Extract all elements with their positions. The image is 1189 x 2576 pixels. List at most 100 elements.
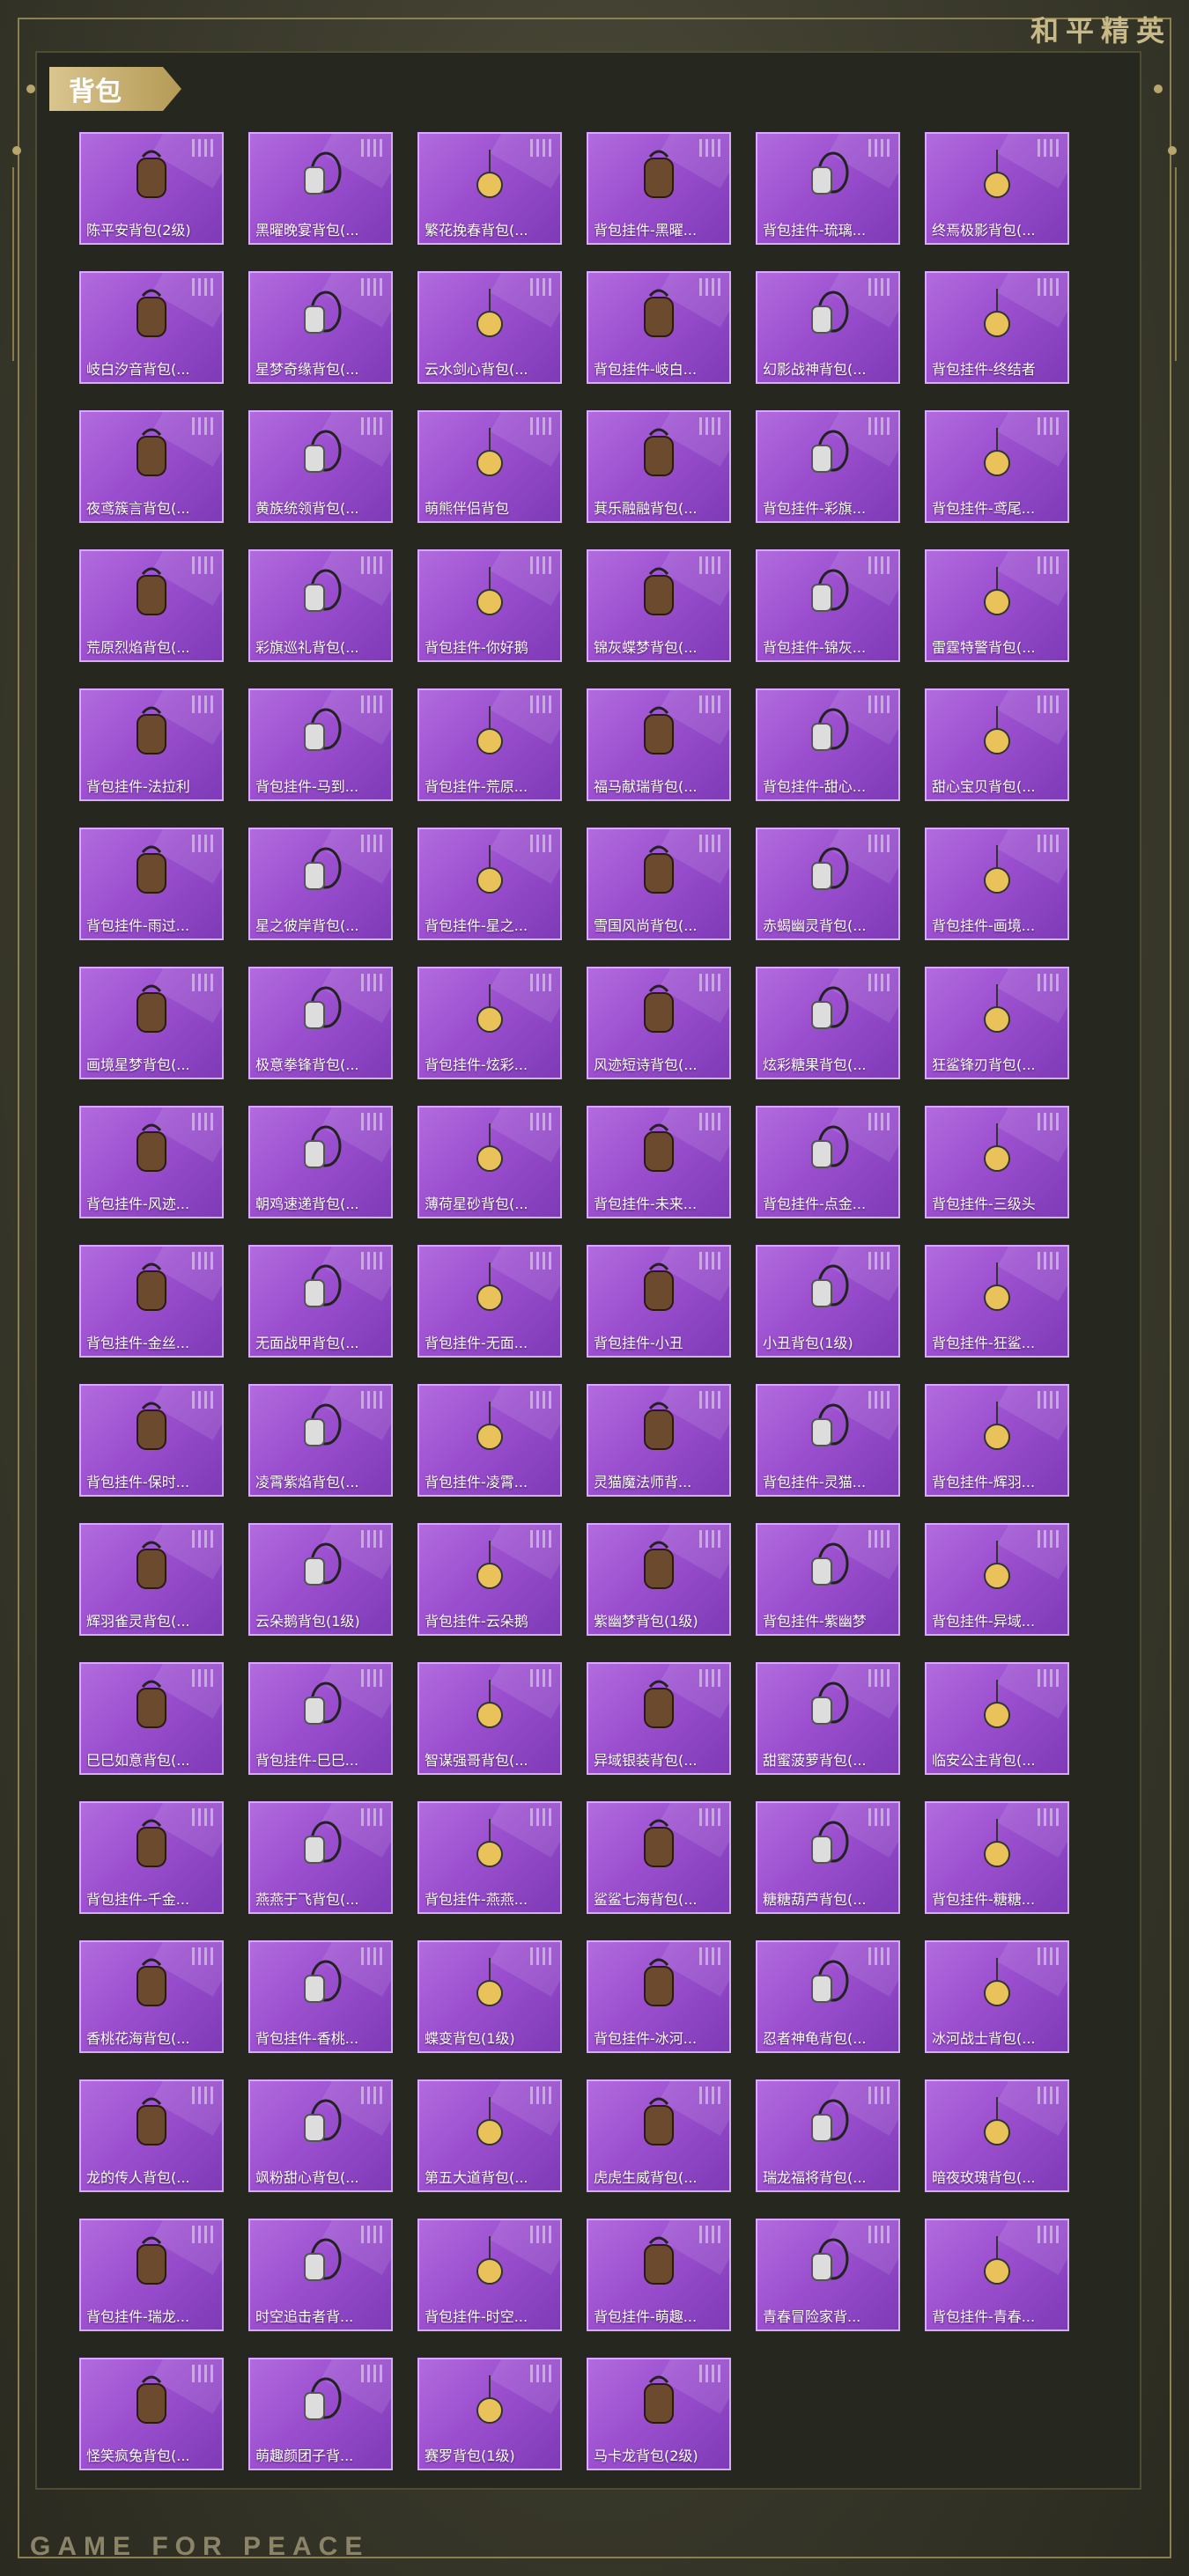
item-card[interactable]: 智谋强哥背包(... — [417, 1662, 562, 1775]
item-card[interactable]: 背包挂件-金丝... — [79, 1245, 224, 1358]
item-card[interactable]: 背包挂件-千金... — [79, 1801, 224, 1914]
item-card[interactable]: 背包挂件-凌霄... — [417, 1384, 562, 1497]
item-card[interactable]: 云水剑心背包(... — [417, 271, 562, 384]
item-card[interactable]: 临安公主背包(... — [925, 1662, 1069, 1775]
item-card[interactable]: 背包挂件-马到... — [248, 688, 393, 801]
item-card[interactable]: 背包挂件-点金... — [756, 1106, 900, 1218]
item-card[interactable]: 冰河战士背包(... — [925, 1940, 1069, 2053]
item-card[interactable]: 背包挂件-星之... — [417, 828, 562, 940]
item-card[interactable]: 背包挂件-法拉利 — [79, 688, 224, 801]
item-card[interactable]: 星梦奇缘背包(... — [248, 271, 393, 384]
item-card[interactable]: 背包挂件-青春... — [925, 2219, 1069, 2331]
item-card[interactable]: 瑞龙福将背包(... — [756, 2079, 900, 2192]
item-card[interactable]: 虎虎生威背包(... — [587, 2079, 731, 2192]
item-card[interactable]: 怪笑疯兔背包(... — [79, 2358, 224, 2470]
item-card[interactable]: 狂鲨锋刃背包(... — [925, 967, 1069, 1079]
item-card[interactable]: 背包挂件-三级头 — [925, 1106, 1069, 1218]
item-card[interactable]: 赛罗背包(1级) — [417, 2358, 562, 2470]
item-card[interactable]: 背包挂件-瑞龙... — [79, 2219, 224, 2331]
item-card[interactable]: 云朵鹅背包(1级) — [248, 1523, 393, 1636]
item-card[interactable]: 画境星梦背包(... — [79, 967, 224, 1079]
item-card[interactable]: 雷霆特警背包(... — [925, 549, 1069, 662]
item-card[interactable]: 异域银装背包(... — [587, 1662, 731, 1775]
item-card[interactable]: 甜蜜菠萝背包(... — [756, 1662, 900, 1775]
item-card[interactable]: 背包挂件-画境... — [925, 828, 1069, 940]
item-card[interactable]: 背包挂件-辉羽... — [925, 1384, 1069, 1497]
item-card[interactable]: 星之彼岸背包(... — [248, 828, 393, 940]
item-card[interactable]: 黑曜晚宴背包(... — [248, 132, 393, 245]
item-card[interactable]: 锦灰蝶梦背包(... — [587, 549, 731, 662]
item-card[interactable]: 香桃花海背包(... — [79, 1940, 224, 2053]
item-card[interactable]: 背包挂件-保时... — [79, 1384, 224, 1497]
item-card[interactable]: 繁花挽春背包(... — [417, 132, 562, 245]
item-card[interactable]: 凌霄紫焰背包(... — [248, 1384, 393, 1497]
item-card[interactable]: 背包挂件-彩旗... — [756, 410, 900, 523]
item-card[interactable]: 背包挂件-荒原... — [417, 688, 562, 801]
item-card[interactable]: 背包挂件-鸢尾... — [925, 410, 1069, 523]
item-card[interactable]: 背包挂件-风迹... — [79, 1106, 224, 1218]
item-card[interactable]: 灵猫魔法师背... — [587, 1384, 731, 1497]
item-card[interactable]: 岐白汐音背包(... — [79, 271, 224, 384]
item-card[interactable]: 背包挂件-糖糖... — [925, 1801, 1069, 1914]
item-card[interactable]: 时空追击者背... — [248, 2219, 393, 2331]
item-card[interactable]: 第五大道背包(... — [417, 2079, 562, 2192]
item-card[interactable]: 巳巳如意背包(... — [79, 1662, 224, 1775]
item-card[interactable]: 蝶变背包(1级) — [417, 1940, 562, 2053]
item-card[interactable]: 背包挂件-巳巳... — [248, 1662, 393, 1775]
item-card[interactable]: 赤蝎幽灵背包(... — [756, 828, 900, 940]
item-card[interactable]: 背包挂件-灵猫... — [756, 1384, 900, 1497]
item-card[interactable]: 背包挂件-炫彩... — [417, 967, 562, 1079]
item-card[interactable]: 暗夜玫瑰背包(... — [925, 2079, 1069, 2192]
item-card[interactable]: 小丑背包(1级) — [756, 1245, 900, 1358]
item-card[interactable]: 马卡龙背包(2级) — [587, 2358, 731, 2470]
item-card[interactable]: 飒粉甜心背包(... — [248, 2079, 393, 2192]
item-card[interactable]: 荒原烈焰背包(... — [79, 549, 224, 662]
item-card[interactable]: 背包挂件-紫幽梦 — [756, 1523, 900, 1636]
item-card[interactable]: 背包挂件-甜心... — [756, 688, 900, 801]
item-card[interactable]: 糖糖葫芦背包(... — [756, 1801, 900, 1914]
item-card[interactable]: 夜鸢簇言背包(... — [79, 410, 224, 523]
item-card[interactable]: 背包挂件-云朵鹅 — [417, 1523, 562, 1636]
item-card[interactable]: 萁乐融融背包(... — [587, 410, 731, 523]
item-card[interactable]: 鲨鲨七海背包(... — [587, 1801, 731, 1914]
item-card[interactable]: 背包挂件-锦灰... — [756, 549, 900, 662]
item-card[interactable]: 背包挂件-终结者 — [925, 271, 1069, 384]
item-card[interactable]: 雪国风尚背包(... — [587, 828, 731, 940]
item-card[interactable]: 龙的传人背包(... — [79, 2079, 224, 2192]
item-card[interactable]: 彩旗巡礼背包(... — [248, 549, 393, 662]
item-card[interactable]: 朝鸡速递背包(... — [248, 1106, 393, 1218]
item-card[interactable]: 幻影战神背包(... — [756, 271, 900, 384]
item-card[interactable]: 薄荷星砂背包(... — [417, 1106, 562, 1218]
item-card[interactable]: 紫幽梦背包(1级) — [587, 1523, 731, 1636]
item-card[interactable]: 背包挂件-香桃... — [248, 1940, 393, 2053]
item-card[interactable]: 萌趣颜团子背... — [248, 2358, 393, 2470]
item-card[interactable]: 炫彩糖果背包(... — [756, 967, 900, 1079]
item-card[interactable]: 黄族统领背包(... — [248, 410, 393, 523]
item-card[interactable]: 陈平安背包(2级) — [79, 132, 224, 245]
item-card[interactable]: 无面战甲背包(... — [248, 1245, 393, 1358]
item-card[interactable]: 背包挂件-无面... — [417, 1245, 562, 1358]
item-card[interactable]: 辉羽雀灵背包(... — [79, 1523, 224, 1636]
item-card[interactable]: 甜心宝贝背包(... — [925, 688, 1069, 801]
item-card[interactable]: 燕燕于飞背包(... — [248, 1801, 393, 1914]
item-card[interactable]: 背包挂件-萌趣... — [587, 2219, 731, 2331]
item-card[interactable]: 背包挂件-小丑 — [587, 1245, 731, 1358]
item-card[interactable]: 青春冒险家背... — [756, 2219, 900, 2331]
item-card[interactable]: 风迹短诗背包(... — [587, 967, 731, 1079]
item-card[interactable]: 背包挂件-琉璃... — [756, 132, 900, 245]
item-card[interactable]: 极意拳锋背包(... — [248, 967, 393, 1079]
item-card[interactable]: 背包挂件-狂鲨... — [925, 1245, 1069, 1358]
item-card[interactable]: 背包挂件-未来... — [587, 1106, 731, 1218]
item-card[interactable]: 忍者神龟背包(... — [756, 1940, 900, 2053]
item-card[interactable]: 终焉极影背包(... — [925, 132, 1069, 245]
item-card[interactable]: 福马献瑞背包(... — [587, 688, 731, 801]
item-card[interactable]: 萌熊伴侣背包 — [417, 410, 562, 523]
item-card[interactable]: 背包挂件-燕燕... — [417, 1801, 562, 1914]
item-card[interactable]: 背包挂件-黑曜... — [587, 132, 731, 245]
item-card[interactable]: 背包挂件-岐白... — [587, 271, 731, 384]
item-card[interactable]: 背包挂件-你好鹅 — [417, 549, 562, 662]
item-card[interactable]: 背包挂件-时空... — [417, 2219, 562, 2331]
item-card[interactable]: 背包挂件-雨过... — [79, 828, 224, 940]
item-card[interactable]: 背包挂件-异域... — [925, 1523, 1069, 1636]
item-card[interactable]: 背包挂件-冰河... — [587, 1940, 731, 2053]
